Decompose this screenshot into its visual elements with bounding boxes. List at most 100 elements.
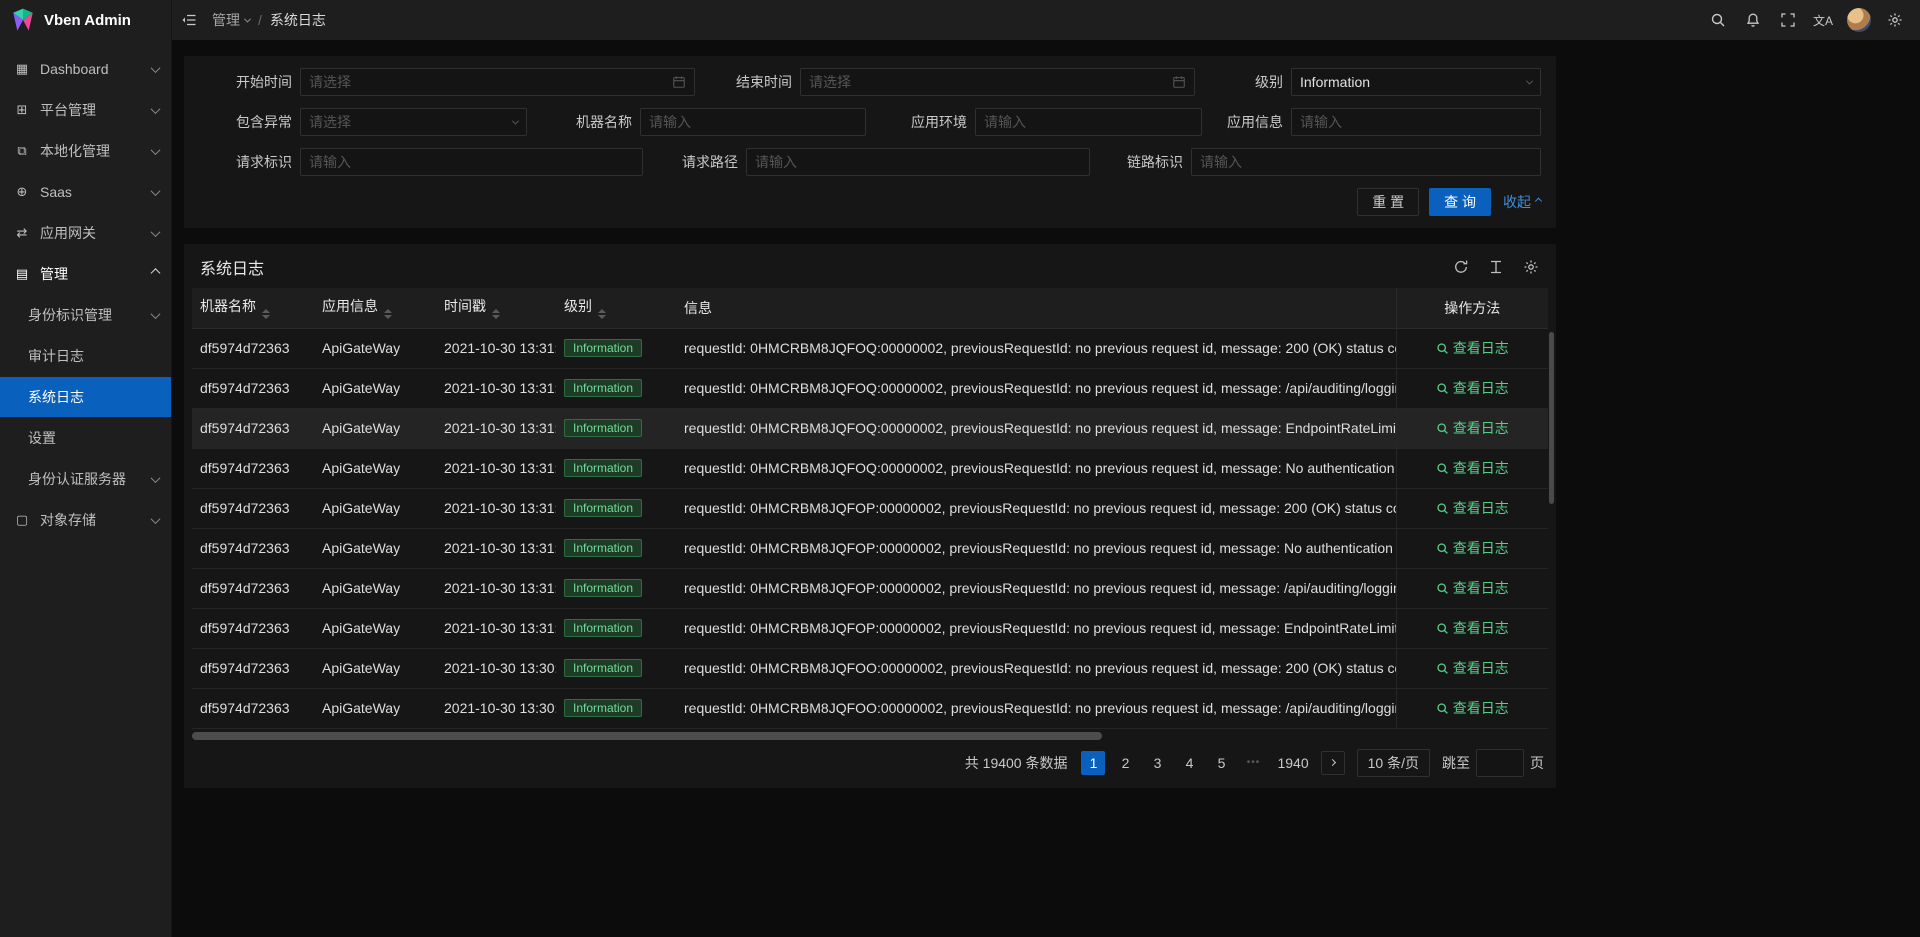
reset-button[interactable]: 重 置 [1357,188,1419,216]
table-header-row: 机器名称 应用信息 时间戳 级别 信息 操作方法 [192,288,1548,328]
app-info-input[interactable] [1291,108,1541,136]
view-log-link[interactable]: 查看日志 [1436,498,1509,518]
view-log-link[interactable]: 查看日志 [1436,578,1509,598]
view-log-link[interactable]: 查看日志 [1436,458,1509,478]
sidebar-item-label: 身份认证服务器 [28,469,142,489]
table-row: df5974d72363 ApiGateWay 2021-10-30 13:31… [192,408,1548,448]
cell-level: Information [556,328,676,368]
page-button-last[interactable]: 1940 [1273,751,1312,775]
sidebar-item-settings[interactable]: 设置 [0,418,171,458]
collapse-link[interactable]: 收起 [1503,192,1541,212]
cell-message: requestId: 0HMCRBM8JQFOP:00000002, previ… [676,568,1396,608]
page-size-value: 10 条/页 [1368,753,1419,773]
page-ellipsis[interactable]: ••• [1241,751,1265,775]
column-settings-gear-icon[interactable] [1522,258,1540,276]
trace-id-input[interactable] [1191,148,1541,176]
sidebar-item-platform-management[interactable]: ⊞ 平台管理 [0,90,171,130]
magnifier-icon [1436,422,1449,435]
vertical-scrollbar[interactable] [1549,332,1554,504]
level-select[interactable]: Information [1291,68,1541,96]
next-page-button[interactable] [1321,751,1345,775]
end-time-picker[interactable]: 请选择 [800,68,1195,96]
filter-label-app-info: 应用信息 [1202,112,1291,132]
fullscreen-icon[interactable] [1777,9,1799,31]
column-header-app[interactable]: 应用信息 [314,288,436,328]
row-height-icon[interactable] [1487,258,1505,276]
view-log-link[interactable]: 查看日志 [1436,338,1509,358]
view-log-link[interactable]: 查看日志 [1436,618,1509,638]
start-time-picker[interactable]: 请选择 [300,68,695,96]
cell-level: Information [556,488,676,528]
sidebar-item-auth-server[interactable]: 身份认证服务器 [0,459,171,499]
table-row: df5974d72363 ApiGateWay 2021-10-30 13:31… [192,488,1548,528]
column-header-timestamp[interactable]: 时间戳 [436,288,556,328]
sidebar-item-gateway[interactable]: ⇄ 应用网关 [0,213,171,253]
chevron-down-icon [512,117,519,124]
user-avatar[interactable] [1847,8,1871,32]
cell-machine: df5974d72363 [192,368,314,408]
sidebar-item-identity-management[interactable]: 身份标识管理 [0,295,171,335]
cell-message: requestId: 0HMCRBM8JQFOO:00000002, previ… [676,648,1396,688]
jump-page-input[interactable] [1476,749,1524,777]
sort-icons[interactable] [598,309,606,319]
sort-icons[interactable] [492,309,500,319]
sort-icons[interactable] [262,309,270,319]
filter-label-include-exception: 包含异常 [184,112,300,132]
column-header-machine[interactable]: 机器名称 [192,288,314,328]
cell-level: Information [556,528,676,568]
translate-icon[interactable]: 文A [1812,9,1834,31]
jump-to-page: 跳至 页 [1442,749,1544,777]
app-env-input[interactable] [975,108,1202,136]
include-exception-select[interactable]: 请选择 [300,108,527,136]
view-log-link[interactable]: 查看日志 [1436,538,1509,558]
menu-fold-icon[interactable] [178,9,200,31]
page-button-2[interactable]: 2 [1113,751,1137,775]
app-logo[interactable]: Vben Admin [0,0,171,40]
refresh-icon[interactable] [1452,258,1470,276]
page-button-3[interactable]: 3 [1145,751,1169,775]
table-row: df5974d72363 ApiGateWay 2021-10-30 13:30… [192,648,1548,688]
breadcrumb-item-management[interactable]: 管理 [212,10,250,30]
jump-suffix: 页 [1530,753,1544,773]
request-path-input[interactable] [746,148,1090,176]
sort-icons[interactable] [384,309,392,319]
search-icon[interactable] [1707,9,1729,31]
app-root: Vben Admin ▦ Dashboard ⊞ 平台管理 ⧉ 本地化管理 ⊕ … [0,0,1920,937]
cell-timestamp: 2021-10-30 13:31:38 [436,328,556,368]
notification-bell-icon[interactable] [1742,9,1764,31]
cell-machine: df5974d72363 [192,488,314,528]
level-select-value: Information [1300,74,1370,90]
column-header-level[interactable]: 级别 [556,288,676,328]
settings-gear-icon[interactable] [1884,9,1906,31]
cell-level: Information [556,408,676,448]
chevron-down-icon [151,145,161,155]
sidebar-item-saas[interactable]: ⊕ Saas [0,172,171,212]
request-id-input[interactable] [300,148,643,176]
sidebar-item-localization[interactable]: ⧉ 本地化管理 [0,131,171,171]
cell-machine: df5974d72363 [192,568,314,608]
page-size-select[interactable]: 10 条/页 [1357,749,1430,777]
sidebar-item-management[interactable]: ▤ 管理 [0,254,171,294]
view-log-link[interactable]: 查看日志 [1436,418,1509,438]
chevron-right-icon [1329,759,1336,766]
sidebar-item-system-logs[interactable]: 系统日志 [0,377,171,417]
filter-label-trace-id: 链路标识 [1090,152,1191,172]
cell-level: Information [556,648,676,688]
sidebar-item-object-storage[interactable]: ▢ 对象存储 [0,500,171,540]
view-log-link[interactable]: 查看日志 [1436,698,1509,718]
view-log-link[interactable]: 查看日志 [1436,658,1509,678]
search-button[interactable]: 查 询 [1429,188,1491,216]
view-log-link[interactable]: 查看日志 [1436,378,1509,398]
localization-icon: ⧉ [14,143,30,159]
page-button-4[interactable]: 4 [1177,751,1201,775]
vben-logo-icon [10,7,36,33]
cell-timestamp: 2021-10-30 13:31:36 [436,528,556,568]
horizontal-scrollbar-thumb[interactable] [192,732,1102,740]
sidebar-item-dashboard[interactable]: ▦ Dashboard [0,49,171,89]
top-header: 管理 / 系统日志 文A [172,0,1920,40]
page-button-5[interactable]: 5 [1209,751,1233,775]
sidebar-item-audit-logs[interactable]: 审计日志 [0,336,171,376]
machine-name-input[interactable] [640,108,866,136]
page-button-1[interactable]: 1 [1081,751,1105,775]
breadcrumb: 管理 / 系统日志 [212,10,326,30]
